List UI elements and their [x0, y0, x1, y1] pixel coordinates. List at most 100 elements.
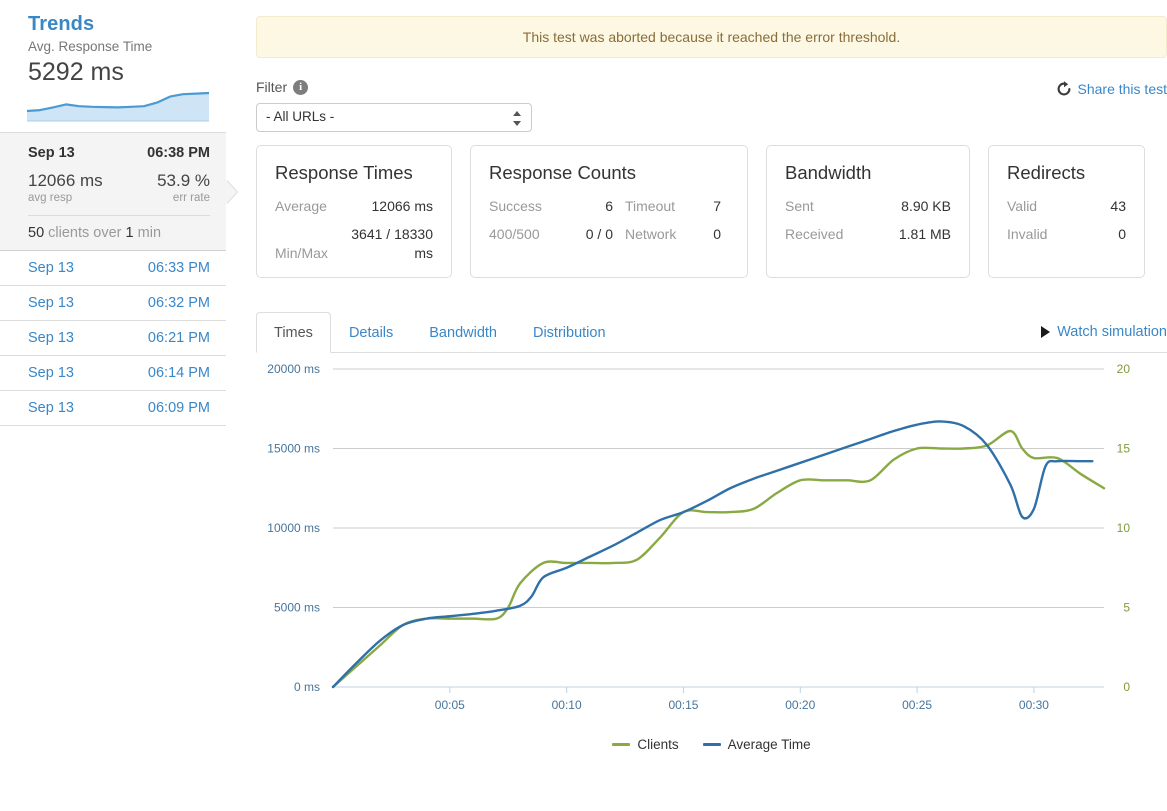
legend-label-average-time: Average Time: [727, 737, 811, 752]
tab-times[interactable]: Times: [256, 312, 331, 353]
success-label: Success: [489, 198, 542, 214]
tabs: Times Details Bandwidth Distribution: [256, 309, 1167, 353]
redirects-valid-row: Valid 43: [1007, 197, 1126, 216]
svg-text:10000 ms: 10000 ms: [267, 521, 320, 535]
trend-item[interactable]: Sep 13 06:32 PM: [0, 286, 226, 321]
trends-summary-card: Trends Avg. Response Time 5292 ms: [0, 0, 226, 133]
selected-item-clients-summary: 50 clients over 1 min: [28, 215, 210, 250]
svg-text:15000 ms: 15000 ms: [267, 442, 320, 456]
timeout-value: 7: [713, 198, 721, 214]
bandwidth-card: Bandwidth Sent 8.90 KB Received 1.81 MB: [766, 145, 970, 278]
legend-swatch-clients: [612, 743, 631, 746]
svg-text:15: 15: [1117, 442, 1131, 456]
avg-resp-value: 12066 ms: [28, 171, 103, 190]
invalid-value: 0: [1118, 226, 1126, 242]
svg-text:0: 0: [1123, 680, 1130, 694]
response-counts-row: Success 6 Timeout 7: [489, 197, 729, 216]
filter-label-group: Filter i: [256, 79, 1167, 95]
avg-resp-label: avg resp: [28, 192, 73, 204]
svg-text:20: 20: [1117, 362, 1131, 376]
svg-text:00:20: 00:20: [785, 698, 815, 712]
sent-value: 8.90 KB: [901, 198, 951, 214]
play-icon: [1041, 326, 1051, 338]
trends-subtitle: Avg. Response Time: [28, 39, 153, 54]
response-counts-title: Response Counts: [489, 162, 637, 183]
trend-item-time: 06:32 PM: [147, 295, 210, 311]
tab-bandwidth[interactable]: Bandwidth: [411, 312, 515, 352]
trend-item-time: 06:09 PM: [147, 400, 210, 416]
trend-item-date: Sep 13: [28, 260, 74, 276]
trend-item[interactable]: Sep 13 06:33 PM: [0, 251, 226, 286]
selected-item-time: 06:38 PM: [147, 145, 210, 161]
redirects-title: Redirects: [1007, 162, 1086, 183]
trend-item-date: Sep 13: [28, 400, 74, 416]
share-icon: [1057, 81, 1070, 96]
watch-simulation-button[interactable]: Watch simulation: [1041, 324, 1167, 340]
received-value: 1.81 MB: [898, 226, 951, 242]
trend-list: Sep 13 06:38 PM 12066 ms avg resp 53.9 %…: [0, 133, 237, 426]
share-this-test-link[interactable]: Share this test: [1056, 81, 1167, 97]
err-rate-value: 53.9 %: [157, 171, 210, 190]
chevron-updown-icon[interactable]: [513, 109, 522, 128]
network-label: Network: [625, 226, 677, 242]
tab-distribution[interactable]: Distribution: [515, 312, 624, 352]
stat-cards-row: Response Times Average 12066 ms Min/Max …: [256, 145, 1167, 278]
svg-text:00:10: 00:10: [552, 698, 582, 712]
response-times-minmax-row: Min/Max 3641 / 18330 ms: [275, 225, 433, 263]
trend-item-time: 06:33 PM: [147, 260, 210, 276]
svg-text:5000 ms: 5000 ms: [274, 601, 320, 615]
selected-pointer-icon: [226, 179, 237, 204]
response-counts-row: 400/500 0 / 0 Network 0: [489, 225, 729, 244]
times-chart: 0 ms 0 5000 ms 5 10000 ms 10 15000 ms 15 20000 m…: [256, 355, 1167, 770]
minmax-value: 3641 / 18330 ms: [351, 226, 433, 261]
watch-simulation-label: Watch simulation: [1057, 324, 1167, 340]
svg-text:00:05: 00:05: [435, 698, 465, 712]
trends-sidebar: Trends Avg. Response Time 5292 ms Sep 13…: [0, 0, 237, 426]
clients-mid-text: clients over: [48, 225, 122, 241]
info-icon[interactable]: i: [293, 79, 309, 95]
trends-sparkline-chart: [27, 91, 209, 122]
tab-details[interactable]: Details: [331, 312, 411, 352]
test-aborted-alert: This test was aborted because it reached…: [256, 16, 1167, 58]
filter-row: Filter i - All URLs - Share this test: [256, 79, 1167, 141]
svg-text:00:25: 00:25: [902, 698, 932, 712]
response-times-title: Response Times: [275, 162, 413, 183]
tabs-section: Times Details Bandwidth Distribution Wat…: [256, 309, 1167, 353]
bandwidth-received-row: Received 1.81 MB: [785, 225, 951, 244]
trend-item-date: Sep 13: [28, 295, 74, 311]
valid-value: 43: [1110, 198, 1126, 214]
network-value: 0: [713, 226, 721, 242]
trend-item-selected[interactable]: Sep 13 06:38 PM 12066 ms avg resp 53.9 %…: [0, 133, 237, 251]
trend-item[interactable]: Sep 13 06:21 PM: [0, 321, 226, 356]
trend-item-date: Sep 13: [28, 330, 74, 346]
legend-label-clients: Clients: [637, 737, 679, 752]
clients-unit: min: [137, 225, 162, 241]
trend-item[interactable]: Sep 13 06:14 PM: [0, 356, 226, 391]
redirects-invalid-row: Invalid 0: [1007, 225, 1126, 244]
svg-text:00:30: 00:30: [1019, 698, 1049, 712]
times-chart-svg: 0 ms 0 5000 ms 5 10000 ms 10 15000 ms 15 20000 m…: [267, 362, 1131, 712]
trend-item[interactable]: Sep 13 06:09 PM: [0, 391, 226, 426]
minmax-label: Min/Max: [275, 245, 328, 261]
svg-text:0 ms: 0 ms: [294, 680, 320, 694]
timeout-label: Timeout: [625, 198, 676, 214]
response-times-card: Response Times Average 12066 ms Min/Max …: [256, 145, 452, 278]
chart-legend: Clients Average Time: [256, 737, 1167, 752]
svg-text:10: 10: [1117, 521, 1131, 535]
legend-item-clients: Clients: [612, 737, 679, 752]
bandwidth-title: Bandwidth: [785, 162, 872, 183]
url-filter-select[interactable]: - All URLs -: [256, 103, 532, 132]
invalid-label: Invalid: [1007, 226, 1048, 242]
response-counts-card: Response Counts Success 6 Timeout 7 400/…: [470, 145, 748, 278]
clients-duration: 1: [125, 225, 134, 241]
bandwidth-sent-row: Sent 8.90 KB: [785, 197, 951, 216]
http-errors-value: 0 / 0: [585, 226, 613, 242]
trend-item-time: 06:21 PM: [147, 330, 210, 346]
selected-item-header: Sep 13 06:38 PM: [28, 133, 210, 170]
selected-item-date: Sep 13: [28, 145, 75, 161]
redirects-card: Redirects Valid 43 Invalid 0: [988, 145, 1145, 278]
clients-count: 50: [28, 225, 45, 241]
svg-text:5: 5: [1123, 601, 1130, 615]
filter-label: Filter: [256, 79, 288, 95]
url-filter-selected-value: - All URLs -: [266, 109, 335, 124]
